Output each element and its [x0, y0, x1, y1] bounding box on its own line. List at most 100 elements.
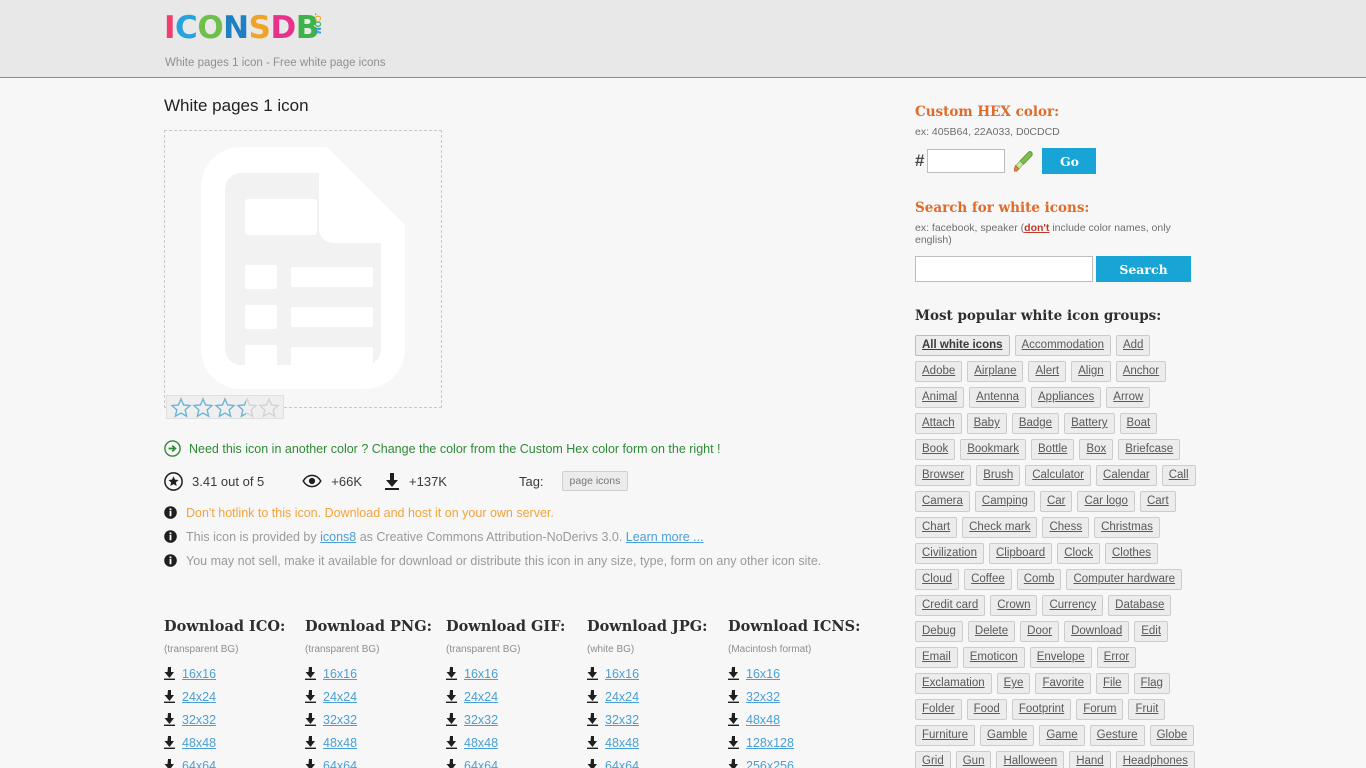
icon-group-tag[interactable]: Clipboard — [988, 543, 1053, 564]
icon-group-tag[interactable]: Clothes — [1104, 543, 1158, 564]
icon-group-tag[interactable]: Fruit — [1128, 699, 1166, 720]
provider-link[interactable]: icons8 — [320, 530, 356, 544]
download-link[interactable]: 16x16 — [446, 662, 587, 685]
icon-group-tag[interactable]: Civilization — [915, 543, 984, 564]
icon-group-tag[interactable]: Check mark — [962, 517, 1038, 538]
icon-group-tag[interactable]: Edit — [1134, 621, 1169, 642]
icon-group-tag[interactable]: Error — [1096, 647, 1137, 668]
download-link[interactable]: 16x16 — [587, 662, 728, 685]
icon-group-tag[interactable]: Chart — [915, 517, 958, 538]
download-link[interactable]: 24x24 — [164, 685, 305, 708]
icon-group-tag[interactable]: Bookmark — [960, 439, 1026, 460]
icon-group-tag[interactable]: Credit card — [915, 595, 986, 616]
icon-group-tag[interactable]: Delete — [967, 621, 1016, 642]
icon-group-tag[interactable]: Camping — [974, 491, 1035, 512]
icon-group-tag[interactable]: Footprint — [1011, 699, 1072, 720]
icon-group-tag[interactable]: Arrow — [1106, 387, 1151, 408]
icon-group-tag[interactable]: Align — [1071, 361, 1111, 382]
icon-group-tag[interactable]: Folder — [915, 699, 962, 720]
icon-group-tag[interactable]: Coffee — [964, 569, 1012, 590]
icon-group-tag[interactable]: Hand — [1069, 751, 1111, 768]
icon-group-tag[interactable]: Email — [915, 647, 958, 668]
tag-chip-page-icons[interactable]: page icons — [561, 471, 629, 491]
download-link[interactable]: 32x32 — [164, 708, 305, 731]
icon-group-tag[interactable]: Cart — [1139, 491, 1176, 512]
icon-group-tag[interactable]: Calculator — [1025, 465, 1092, 486]
icon-group-tag[interactable]: Gun — [955, 751, 992, 768]
download-link[interactable]: 48x48 — [587, 731, 728, 754]
search-input[interactable] — [915, 256, 1093, 282]
download-link[interactable]: 32x32 — [587, 708, 728, 731]
icon-group-tag[interactable]: Book — [915, 439, 956, 460]
download-link[interactable]: 64x64 — [587, 754, 728, 768]
icon-group-tag[interactable]: Gesture — [1089, 725, 1145, 746]
icon-group-tag[interactable]: Computer hardware — [1066, 569, 1183, 590]
icon-group-tag[interactable]: Headphones — [1115, 751, 1195, 768]
icon-group-tag[interactable]: Airplane — [967, 361, 1024, 382]
download-link[interactable]: 64x64 — [446, 754, 587, 768]
icon-group-tag[interactable]: Animal — [915, 387, 965, 408]
hex-input[interactable] — [927, 149, 1006, 173]
icon-group-tag[interactable]: Forum — [1076, 699, 1124, 720]
icon-group-tag[interactable]: Call — [1161, 465, 1196, 486]
icon-group-tag[interactable]: Clock — [1057, 543, 1100, 564]
download-link[interactable]: 24x24 — [305, 685, 446, 708]
icon-group-tag[interactable]: Browser — [915, 465, 972, 486]
download-link[interactable]: 128x128 — [728, 731, 888, 754]
download-link[interactable]: 32x32 — [728, 685, 888, 708]
download-link[interactable]: 256x256 — [728, 754, 888, 768]
icon-group-tag[interactable]: Adobe — [915, 361, 963, 382]
icon-group-tag[interactable]: Add — [1115, 335, 1151, 356]
rating-stars[interactable] — [166, 395, 284, 419]
icon-group-tag[interactable]: File — [1096, 673, 1129, 694]
download-link[interactable]: 48x48 — [164, 731, 305, 754]
icon-group-tag[interactable]: Gamble — [980, 725, 1035, 746]
download-link[interactable]: 64x64 — [164, 754, 305, 768]
download-link[interactable]: 16x16 — [305, 662, 446, 685]
icon-group-tag[interactable]: Chess — [1042, 517, 1090, 538]
icon-group-tag[interactable]: Flag — [1133, 673, 1170, 694]
download-link[interactable]: 32x32 — [305, 708, 446, 731]
icon-group-tag[interactable]: Food — [966, 699, 1007, 720]
download-link[interactable]: 24x24 — [587, 685, 728, 708]
icon-group-tag[interactable]: Favorite — [1035, 673, 1092, 694]
download-link[interactable]: 48x48 — [305, 731, 446, 754]
icon-group-tag[interactable]: Badge — [1011, 413, 1060, 434]
download-link[interactable]: 64x64 — [305, 754, 446, 768]
icon-group-tag[interactable]: Halloween — [996, 751, 1065, 768]
icon-group-tag[interactable]: Alert — [1028, 361, 1067, 382]
hex-go-button[interactable]: Go — [1042, 148, 1097, 174]
icon-group-tag[interactable]: Appliances — [1031, 387, 1102, 408]
icon-group-tag[interactable]: Car — [1039, 491, 1073, 512]
icon-group-tag[interactable]: Database — [1108, 595, 1172, 616]
icon-group-tag[interactable]: Battery — [1064, 413, 1115, 434]
download-link[interactable]: 16x16 — [728, 662, 888, 685]
icon-group-tag[interactable]: Attach — [915, 413, 962, 434]
download-link[interactable]: 48x48 — [728, 708, 888, 731]
icon-group-tag[interactable]: Accommodation — [1014, 335, 1111, 356]
icon-group-tag[interactable]: Calendar — [1096, 465, 1157, 486]
icon-group-tag[interactable]: Download — [1064, 621, 1130, 642]
icon-group-tag[interactable]: Anchor — [1115, 361, 1167, 382]
download-link[interactable]: 16x16 — [164, 662, 305, 685]
learn-more-link[interactable]: Learn more ... — [626, 530, 704, 544]
icon-group-tag[interactable]: Game — [1039, 725, 1085, 746]
icon-group-tag[interactable]: Briefcase — [1118, 439, 1181, 460]
icon-group-tag[interactable]: Antenna — [969, 387, 1027, 408]
color-picker-icon[interactable] — [1012, 149, 1034, 173]
icon-group-tag[interactable]: Cloud — [915, 569, 960, 590]
icon-group-tag[interactable]: Christmas — [1094, 517, 1160, 538]
search-button[interactable]: Search — [1096, 256, 1191, 282]
icon-group-tag[interactable]: Currency — [1042, 595, 1104, 616]
icon-group-tag[interactable]: Baby — [966, 413, 1007, 434]
icon-group-tag[interactable]: Bottle — [1031, 439, 1075, 460]
icon-group-tag[interactable]: Crown — [990, 595, 1038, 616]
icon-group-tag[interactable]: Eye — [996, 673, 1031, 694]
icon-group-tag[interactable]: Camera — [915, 491, 970, 512]
icon-group-tag[interactable]: Debug — [915, 621, 963, 642]
icon-group-tag[interactable]: Boat — [1119, 413, 1158, 434]
download-link[interactable]: 48x48 — [446, 731, 587, 754]
download-link[interactable]: 24x24 — [446, 685, 587, 708]
icon-group-tag[interactable]: All white icons — [915, 335, 1010, 356]
icon-group-tag[interactable]: Grid — [915, 751, 951, 768]
